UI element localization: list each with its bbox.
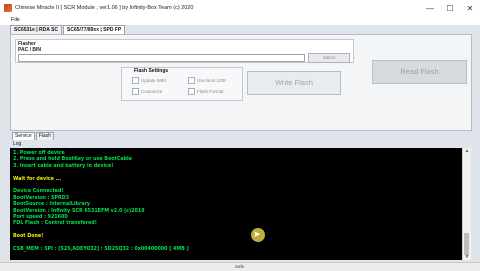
close-button[interactable]: ✕ (460, 0, 480, 16)
read-flash-button[interactable]: Read Flash (372, 60, 467, 84)
checkbox-icon (188, 77, 195, 84)
flash-panel: Flasher PAC / BIN Select Flash Settings … (10, 34, 472, 131)
module-tabs: SC6531e | RDA SC SC65/77/89xx | SPD FP (10, 25, 126, 34)
use-boot-ldr-checkbox[interactable]: Use Boot LDR (188, 77, 226, 84)
scroll-up-icon[interactable]: ▲ (464, 148, 470, 154)
log-console[interactable]: 1. Power off device 2. Press and hold Boo… (10, 148, 462, 260)
flash-settings-title: Flash Settings (134, 68, 169, 74)
app-icon (4, 4, 12, 12)
flash-settings-group: Flash Settings Update IMEI Use Boot LDR … (121, 67, 243, 101)
maximize-button[interactable]: ☐ (440, 0, 460, 16)
use-boot-ldr-label: Use Boot LDR (197, 78, 226, 83)
title-bar: Chinese Miracle II [ SCR Module , ver1.0… (0, 0, 480, 16)
tab-rda-sc[interactable]: SC6531e | RDA SC (10, 25, 63, 34)
customize-label: Customize (141, 89, 163, 94)
log-scrollbar[interactable]: ▲ ▼ (462, 148, 471, 260)
customize-checkbox[interactable]: Customize (132, 88, 162, 95)
update-imei-checkbox[interactable]: Update IMEI (132, 77, 166, 84)
flasher-group: Flasher PAC / BIN Select (15, 39, 354, 63)
checkbox-icon (132, 77, 139, 84)
lower-tabs: Service Flash (12, 132, 55, 140)
minimize-button[interactable]: — (420, 0, 440, 16)
log-line: CSB_MEM : SPI : [S25,ADEY032] : SD25Q32 … (13, 246, 189, 252)
cursor-icon: ➤ (253, 229, 261, 239)
tab-service[interactable]: Service (12, 132, 35, 140)
window-controls: — ☐ ✕ (420, 0, 480, 16)
update-imei-label: Update IMEI (141, 78, 167, 83)
pac-bin-label: PAC / BIN (18, 47, 41, 53)
tab-spd-fp[interactable]: SC65/77/89xx | SPD FP (63, 25, 126, 34)
status-text: Safe (235, 264, 245, 269)
window-title: Chinese Miracle II [ SCR Module , ver1.0… (15, 5, 194, 11)
flash-format-checkbox[interactable]: Flash Format (188, 88, 224, 95)
menu-file[interactable]: File (11, 17, 20, 23)
checkbox-icon (132, 88, 139, 95)
write-flash-button[interactable]: Write Flash (247, 71, 341, 95)
checkbox-icon (188, 88, 195, 95)
scroll-down-icon[interactable]: ▼ (464, 254, 470, 260)
select-button[interactable]: Select (308, 53, 350, 63)
tab-flash[interactable]: Flash (35, 132, 54, 140)
pac-path-input[interactable] (18, 54, 305, 62)
scroll-thumb[interactable] (464, 233, 469, 255)
log-label: Log (13, 141, 22, 147)
flash-format-label: Flash Format (197, 89, 224, 94)
menu-bar: File (0, 16, 480, 25)
